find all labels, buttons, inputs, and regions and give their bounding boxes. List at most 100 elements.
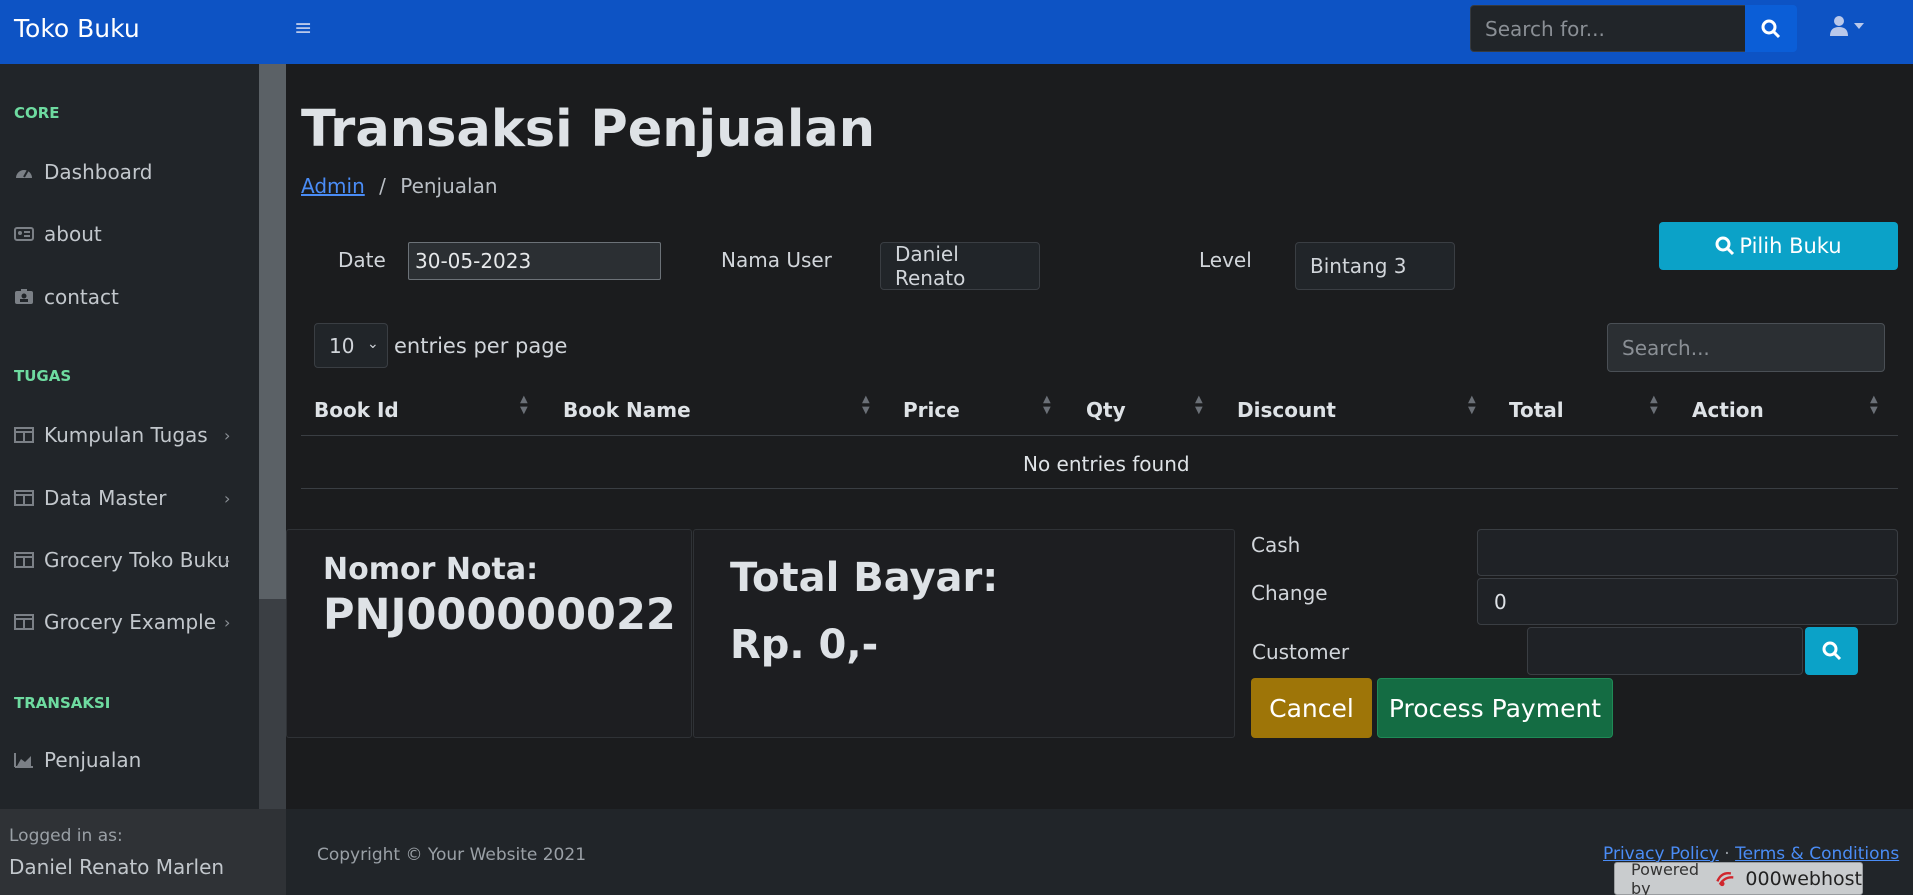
sidebar-heading-core: CORE (14, 104, 60, 122)
sidebar-item-dashboard[interactable]: Dashboard (14, 160, 153, 184)
chevron-right-icon: › (224, 550, 231, 570)
chevron-right-icon: › (224, 488, 231, 508)
change-label: Change (1251, 581, 1328, 605)
sort-icon[interactable]: ▲ ▼ (862, 394, 870, 416)
sidebar-item-about[interactable]: about (14, 222, 102, 246)
logged-in-user: Daniel Renato Marlen (9, 855, 225, 879)
sort-icon[interactable]: ▲ ▼ (1870, 394, 1878, 416)
breadcrumb-current: Penjualan (400, 174, 498, 198)
date-label: Date (338, 248, 386, 272)
customer-label: Customer (1252, 640, 1350, 664)
powered-by-label: Powered by (1631, 859, 1700, 895)
webhost-name: 000webhost (1745, 867, 1862, 890)
terms-link[interactable]: Terms & Conditions (1735, 844, 1899, 864)
sidebar-heading-tugas: TUGAS (14, 367, 72, 385)
sort-icon[interactable]: ▲ ▼ (520, 394, 528, 416)
table-empty-message: No entries found (1023, 452, 1190, 476)
search-icon (1761, 19, 1781, 38)
customer-search-button[interactable] (1805, 627, 1858, 675)
customer-input[interactable] (1527, 627, 1803, 675)
caret-down-icon (1854, 23, 1864, 29)
sidebar-scrollbar-thumb[interactable] (259, 64, 286, 599)
sidebar-footer: Logged in as: Daniel Renato Marlen (0, 809, 286, 895)
sidebar-item-label: Data Master (44, 486, 167, 510)
cash-label: Cash (1251, 533, 1301, 557)
webhost-logo-icon (1716, 871, 1734, 886)
date-input[interactable]: 30-05-2023 (408, 242, 661, 280)
sidebar-item-label: about (44, 222, 102, 246)
sidebar-item-label: contact (44, 285, 119, 309)
user-icon (1830, 16, 1848, 36)
breadcrumb-separator: / (379, 174, 386, 198)
column-header-qty[interactable]: Qty (1086, 398, 1126, 422)
id-card-icon (14, 227, 34, 241)
user-field: Daniel Renato (880, 242, 1040, 290)
sort-icon[interactable]: ▲ ▼ (1650, 394, 1658, 416)
sidebar-item-label: Grocery Example (44, 610, 217, 634)
entries-per-page-select[interactable]: 10 ⌄ (314, 323, 388, 368)
sidebar-item-contact[interactable]: contact (14, 285, 119, 309)
entries-per-page-label: entries per page (394, 334, 568, 358)
change-input[interactable]: 0 (1477, 578, 1898, 625)
table-search-input[interactable]: Search... (1607, 323, 1885, 372)
sort-icon[interactable]: ▲ ▼ (1468, 394, 1476, 416)
columns-icon (14, 427, 34, 443)
columns-icon (14, 552, 34, 568)
breadcrumb-link-admin[interactable]: Admin (301, 174, 365, 198)
chart-area-icon (14, 753, 33, 768)
sidebar-item-label: Dashboard (44, 160, 153, 184)
cash-input[interactable] (1477, 529, 1898, 576)
sidebar-item-grocery-toko-buku[interactable]: Grocery Toko Buku › (14, 548, 230, 572)
level-field: Bintang 3 (1295, 242, 1455, 290)
sort-icon[interactable]: ▲ ▼ (1195, 394, 1203, 416)
sidebar-toggle-icon[interactable]: ≡ (294, 16, 312, 41)
pick-book-label: Pilih Buku (1739, 234, 1842, 258)
top-search-input[interactable]: Search for... (1470, 5, 1746, 52)
sidebar-item-label: Kumpulan Tugas (44, 423, 208, 447)
page-title: Transaksi Penjualan (301, 100, 876, 159)
column-header-total[interactable]: Total (1509, 398, 1564, 422)
total-label: Total Bayar: (730, 555, 999, 601)
sidebar-item-kumpulan-tugas[interactable]: Kumpulan Tugas › (14, 423, 230, 447)
sort-icon[interactable]: ▲ ▼ (1043, 394, 1051, 416)
chevron-down-icon: ⌄ (367, 336, 379, 352)
tachometer-icon (16, 169, 32, 178)
top-search-button[interactable] (1745, 5, 1797, 52)
pick-book-button[interactable]: Pilih Buku (1659, 222, 1898, 270)
sidebar-item-data-master[interactable]: Data Master › (14, 486, 230, 510)
brand-title[interactable]: Toko Buku (14, 14, 140, 43)
sidebar-item-label: Penjualan (44, 748, 142, 772)
nota-number: PNJ000000022 (323, 590, 676, 640)
logged-in-label: Logged in as: (9, 826, 123, 846)
column-header-book-id[interactable]: Book Id (314, 398, 399, 422)
powered-by-badge[interactable]: Powered by 000webhost (1614, 859, 1863, 895)
entries-per-page-value: 10 (329, 333, 355, 358)
footer-link-separator: · (1724, 844, 1730, 864)
breadcrumb: Admin / Penjualan (301, 174, 498, 198)
sidebar-heading-transaksi: TRANSAKSI (14, 694, 111, 712)
chevron-right-icon: › (224, 612, 231, 632)
level-label: Level (1199, 248, 1252, 272)
process-payment-button[interactable]: Process Payment (1377, 678, 1613, 738)
table-header-divider (301, 435, 1898, 436)
search-icon (1715, 236, 1735, 256)
column-header-action[interactable]: Action (1692, 398, 1764, 422)
copyright-text: Copyright © Your Website 2021 (317, 845, 587, 865)
columns-icon (14, 614, 34, 630)
user-label: Nama User (721, 248, 832, 272)
sidebar-item-label: Grocery Toko Buku (44, 548, 230, 572)
table-bottom-divider (301, 488, 1898, 489)
search-icon (1822, 641, 1841, 661)
top-navbar: Toko Buku ≡ Search for... (0, 0, 1913, 64)
cancel-button[interactable]: Cancel (1251, 678, 1372, 738)
column-header-price[interactable]: Price (903, 398, 960, 422)
sidebar-item-penjualan[interactable]: Penjualan (14, 748, 141, 772)
chevron-right-icon: › (224, 425, 231, 445)
column-header-book-name[interactable]: Book Name (563, 398, 691, 422)
user-dropdown[interactable] (1830, 16, 1864, 36)
sidebar-item-grocery-example[interactable]: Grocery Example › (14, 610, 230, 634)
total-amount: Rp. 0,- (730, 622, 879, 668)
id-badge-icon (15, 289, 33, 304)
columns-icon (14, 490, 34, 506)
column-header-discount[interactable]: Discount (1237, 398, 1336, 422)
